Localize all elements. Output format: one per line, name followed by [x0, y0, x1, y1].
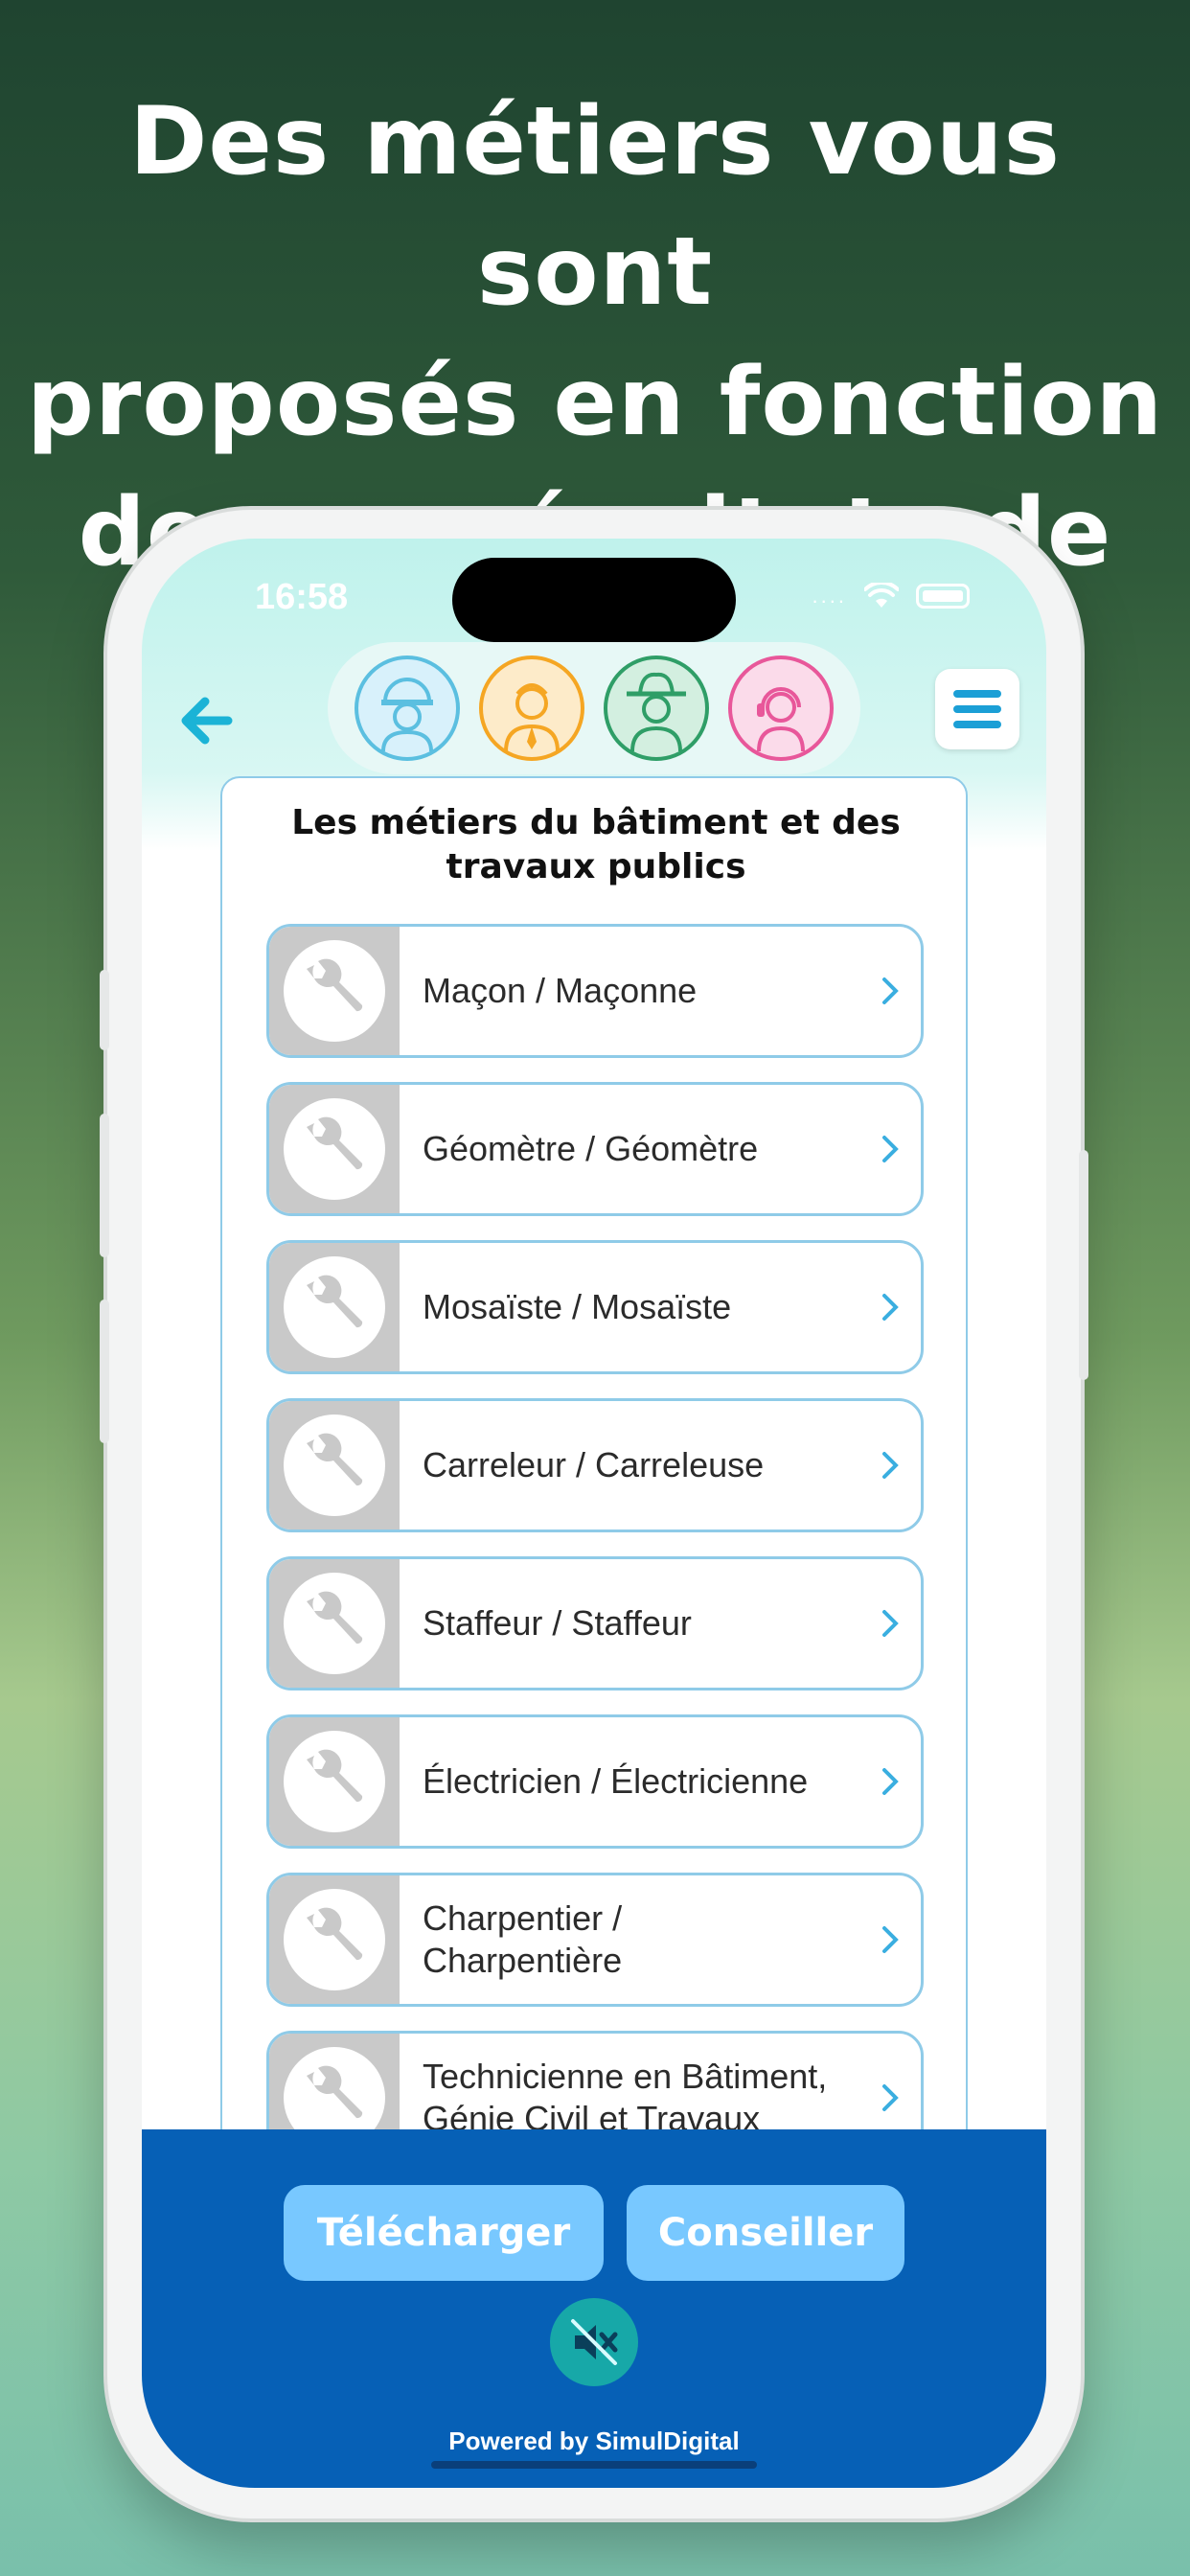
chevron-right-icon	[882, 1768, 899, 1795]
powered-by-label: Powered by SimulDigital	[448, 2426, 740, 2455]
wrench-icon	[307, 1433, 363, 1486]
arrow-left-icon	[181, 697, 233, 745]
chevron-right-icon	[882, 1452, 899, 1479]
status-bar: 16:58 ....	[142, 539, 1046, 654]
farmer-icon	[627, 672, 686, 751]
phone-action-button	[100, 970, 109, 1050]
hamburger-menu-icon	[953, 690, 1001, 728]
operator-avatar[interactable]	[728, 656, 834, 761]
status-time: 16:58	[255, 577, 349, 617]
chevron-right-icon	[882, 1136, 899, 1162]
job-label: Maçon / Maçonne	[423, 971, 698, 1010]
phone-volume-down-button	[100, 1300, 109, 1443]
wrench-icon	[307, 1275, 363, 1328]
advisor-button[interactable]: Conseiller	[627, 2185, 904, 2281]
wrench-icon	[307, 1116, 363, 1170]
businessman-avatar[interactable]	[479, 656, 584, 761]
job-item-charpentier[interactable]: Charpentier / Charpentière	[266, 1873, 924, 2007]
phone-power-button	[1079, 1150, 1088, 1380]
status-icons: ....	[812, 583, 970, 610]
signal-icon: ....	[812, 584, 847, 608]
headline-line-2: proposés en fonction	[26, 348, 1164, 457]
wifi-icon	[864, 583, 899, 608]
job-item-electricien[interactable]: Électricien / Électricienne	[266, 1714, 924, 1849]
wrench-circle	[284, 1731, 385, 1832]
job-item-macon[interactable]: Maçon / Maçonne	[266, 924, 924, 1058]
phone-volume-up-button	[100, 1114, 109, 1257]
job-thumbnail	[269, 1243, 400, 1371]
dynamic-island	[452, 558, 736, 642]
job-item-geometre[interactable]: Géomètre / Géomètre	[266, 1082, 924, 1216]
job-label: Électricien / Électricienne	[423, 1761, 809, 1801]
speaker-muted-icon	[571, 2319, 618, 2365]
back-button[interactable]	[171, 682, 247, 759]
wrench-circle	[284, 1256, 385, 1358]
bottom-action-panel: Télécharger Conseiller Powered by SimulD…	[142, 2129, 1046, 2488]
wrench-icon	[307, 2065, 363, 2119]
job-list-card: Les métiers du bâtiment et des travaux p…	[220, 776, 968, 2310]
chevron-right-icon	[882, 2084, 899, 2111]
wrench-circle	[284, 1573, 385, 1674]
battery-icon	[916, 584, 970, 609]
chevron-right-icon	[882, 1610, 899, 1637]
job-label: Mosaïste / Mosaïste	[423, 1287, 732, 1326]
job-label: Charpentier / Charpentière	[423, 1898, 623, 1980]
chevron-right-icon	[882, 978, 899, 1004]
phone-screen: 16:58 .... Les métiers du bâtiment et de…	[142, 539, 1046, 2488]
card-title-line-2: travaux publics	[446, 847, 746, 886]
job-thumbnail	[269, 1717, 400, 1846]
job-item-carreleur[interactable]: Carreleur / Carreleuse	[266, 1398, 924, 1532]
card-title: Les métiers du bâtiment et des travaux p…	[251, 801, 941, 889]
job-thumbnail	[269, 1085, 400, 1213]
headline-line-1: Des métiers vous sont	[129, 87, 1061, 327]
chevron-right-icon	[882, 1926, 899, 1953]
job-thumbnail	[269, 1559, 400, 1688]
job-thumbnail	[269, 1875, 400, 2004]
operator-icon	[757, 687, 805, 751]
wrench-circle	[284, 940, 385, 1042]
home-indicator	[431, 2461, 757, 2469]
job-label: Carreleur / Carreleuse	[423, 1445, 765, 1484]
profile-avatar-bar	[328, 642, 860, 774]
card-title-line-1: Les métiers du bâtiment et des	[291, 803, 901, 842]
mute-button[interactable]	[550, 2298, 638, 2386]
wrench-circle	[284, 1414, 385, 1516]
farmer-avatar[interactable]	[604, 656, 709, 761]
menu-button[interactable]	[935, 669, 1019, 749]
job-item-staffeur[interactable]: Staffeur / Staffeur	[266, 1556, 924, 1690]
job-item-mosaiste[interactable]: Mosaïste / Mosaïste	[266, 1240, 924, 1374]
wrench-circle	[284, 1098, 385, 1200]
job-thumbnail	[269, 927, 400, 1055]
job-label: Géomètre / Géomètre	[423, 1129, 759, 1168]
wrench-icon	[307, 958, 363, 1012]
job-label: Staffeur / Staffeur	[423, 1603, 692, 1643]
job-thumbnail	[269, 1401, 400, 1530]
chevron-right-icon	[882, 1294, 899, 1321]
construction-worker-avatar[interactable]	[355, 656, 460, 761]
businessman-icon	[504, 683, 560, 751]
wrench-icon	[307, 1591, 363, 1644]
wrench-circle	[284, 1889, 385, 1990]
wrench-icon	[307, 1749, 363, 1803]
download-button[interactable]: Télécharger	[284, 2185, 604, 2281]
wrench-icon	[307, 1907, 363, 1961]
construction-worker-icon	[381, 678, 433, 751]
